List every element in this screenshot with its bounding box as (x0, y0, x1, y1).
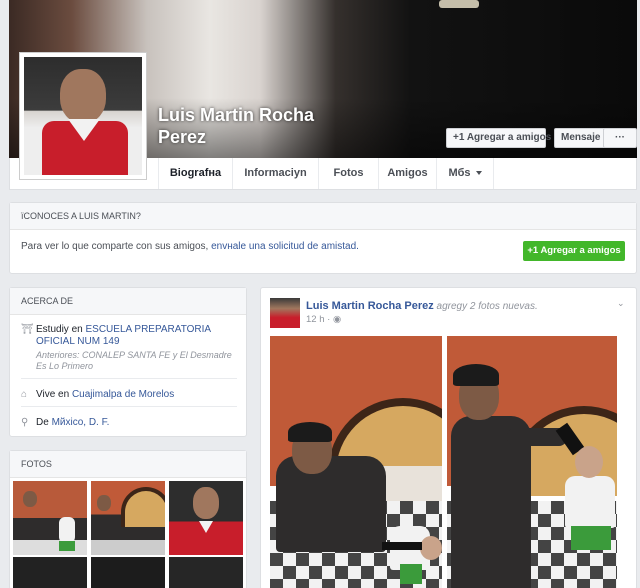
user-plus-icon: +1 (527, 245, 541, 256)
about-from: ⚲ De Mйxico, D. F. (21, 417, 239, 429)
profile-picture-image (24, 57, 142, 175)
divider (21, 406, 237, 407)
post-photo[interactable] (447, 336, 617, 588)
photo-thumbnail[interactable] (13, 557, 87, 588)
study-prefix: Estudiу en (36, 324, 86, 335)
photo-thumbnail[interactable] (91, 481, 165, 555)
tab-more-label: Mбs (448, 167, 471, 179)
add-friend-button[interactable]: +1 Agregar a amigos (446, 128, 551, 148)
from-place-link[interactable]: Mйxico, D. F. (52, 417, 110, 428)
send-request-link[interactable]: envнale una solicitud de amistad. (211, 241, 359, 252)
lives-prefix: Vive en (36, 389, 72, 400)
location-pin-icon: ⚲ (21, 417, 29, 428)
home-icon: ⌂ (21, 389, 28, 400)
photo-thumbnail[interactable] (169, 481, 243, 555)
photo-man-hair (453, 364, 499, 386)
photo-child-pants (400, 564, 422, 584)
chevron-down-icon (475, 171, 482, 176)
photos-card: FOTOS (9, 450, 247, 588)
photo-man (276, 456, 386, 552)
photo-thumbnail[interactable] (13, 481, 87, 555)
from-prefix: De (36, 417, 52, 428)
photo-object (382, 542, 422, 550)
profile-face (60, 69, 106, 123)
school-icon: ⛩ (21, 324, 34, 335)
timeline-post: Luis Martin Rocha Perez agregу 2 fotos n… (260, 287, 637, 588)
tab-information[interactable]: Informaciуn (232, 158, 318, 189)
chevron-down-icon[interactable]: ⌄ (617, 298, 627, 308)
post-header: Luis Martin Rocha Perez agregу 2 fotos n… (306, 300, 538, 312)
post-action: agregу 2 fotos nuevas. (433, 301, 538, 312)
about-heading: ACERCA DE (10, 288, 246, 315)
globe-icon: ◉ (332, 314, 342, 325)
previous-schools: Anteriores: CONALEP SANTA FE y El Desmad… (36, 350, 232, 371)
post-timestamp[interactable]: 12 h · ◉ (306, 314, 341, 325)
tab-more[interactable]: Mбs (436, 158, 494, 189)
photo-child (565, 476, 615, 528)
divider (21, 378, 237, 379)
photo-child-pants (571, 526, 611, 550)
about-lives: ⌂ Vive en Cuajimalpa de Morelos (21, 389, 239, 401)
add-friend-button-secondary[interactable]: +1 Agregar a amigos (523, 241, 625, 261)
about-card: ACERCA DE ⛩ Estudiу en ESCUELA PREPARATO… (9, 287, 247, 437)
profile-name[interactable]: Luis Martin Rocha Perez (158, 104, 338, 148)
do-you-know-text-before: Para ver lo que comparte con sus amigos, (21, 241, 212, 252)
post-author-link[interactable]: Luis Martin Rocha Perez (306, 300, 434, 312)
photo-thumbnail[interactable] (169, 557, 243, 588)
from-line: De Mйxico, D. F. (36, 417, 239, 429)
photos-heading: FOTOS (10, 451, 246, 478)
tab-friends[interactable]: Amigos (378, 158, 436, 189)
tab-biography[interactable]: Biografнa (158, 158, 232, 189)
message-button[interactable]: Mensaje (554, 128, 606, 148)
education-line: Estudiу en ESCUELA PREPARATORIA OFICIAL … (36, 324, 239, 348)
do-you-know-heading: їCONOCES A LUIS MARTIN? (10, 203, 636, 230)
photo-child-head (420, 536, 442, 560)
do-you-know-text: Para ver lo que comparte con sus amigos,… (21, 241, 359, 252)
post-photo[interactable] (270, 336, 442, 588)
cover-light (439, 0, 479, 8)
user-plus-icon: +1 (453, 132, 467, 143)
lives-line: Vive en Cuajimalpa de Morelos (36, 389, 239, 401)
photo-thumbnail[interactable] (91, 557, 165, 588)
do-you-know-box: їCONOCES A LUIS MARTIN? Para ver lo que … (9, 202, 637, 274)
about-education: ⛩ Estudiу en ESCUELA PREPARATORIA OFICIA… (21, 324, 239, 372)
more-options-button[interactable]: ··· (603, 128, 637, 148)
add-friend-label: Agregar a amigos (466, 132, 552, 143)
photo-child-head (575, 446, 603, 478)
profile-picture[interactable] (19, 52, 147, 180)
add-friend-secondary-label: Agregar a amigos (540, 245, 621, 256)
photo-man-hair (288, 422, 332, 442)
lives-place-link[interactable]: Cuajimalpa de Morelos (72, 389, 174, 400)
post-author-avatar[interactable] (270, 298, 300, 328)
tab-photos[interactable]: Fotos (318, 158, 378, 189)
post-time-text: 12 h · (306, 314, 333, 325)
